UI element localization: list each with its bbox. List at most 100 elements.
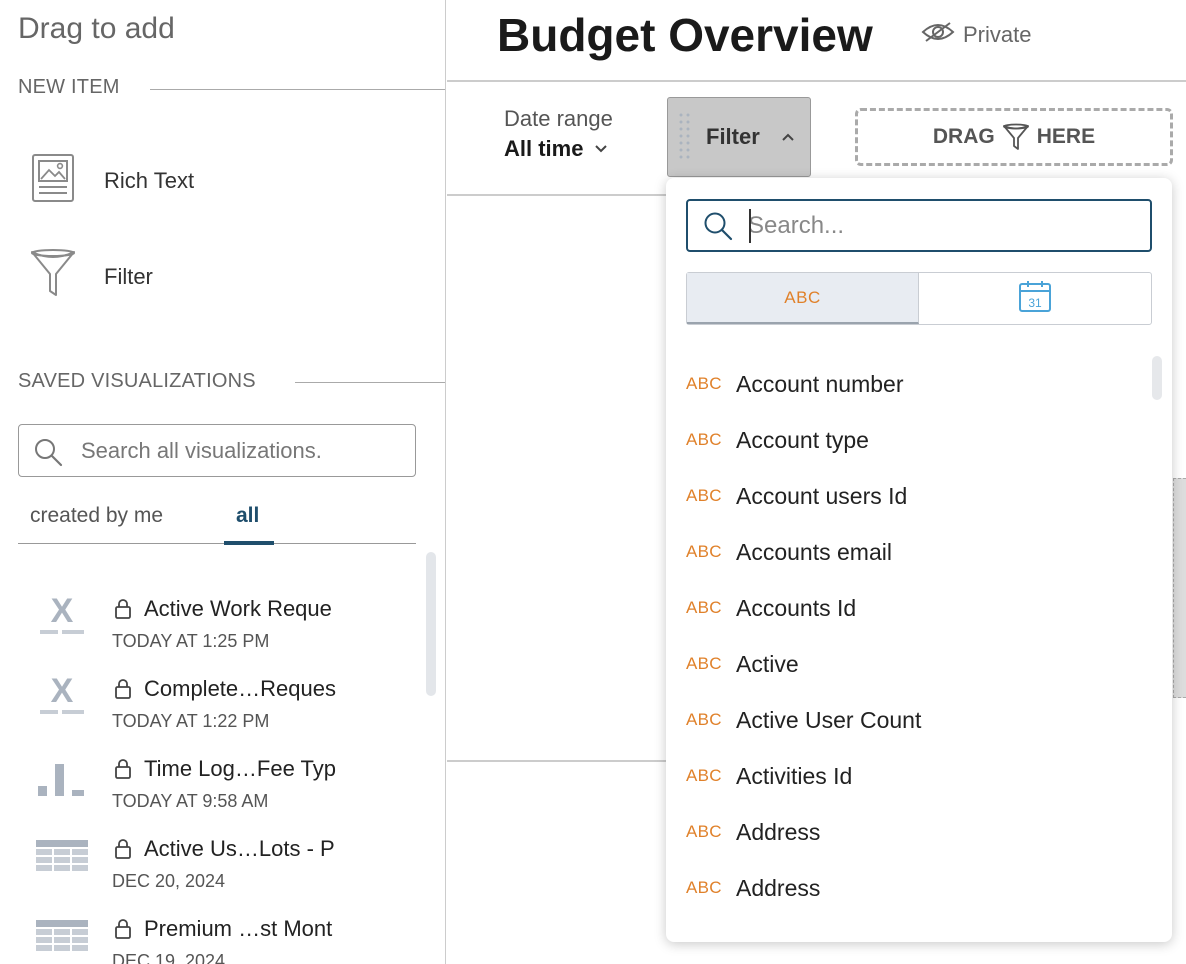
field-name: Account number (736, 370, 904, 397)
list-item[interactable]: ABC Accounts Id (686, 580, 1146, 636)
visualization-tabs: created by me all (18, 500, 416, 545)
drop-zone-label-right: HERE (1036, 125, 1096, 148)
search-icon (702, 210, 734, 247)
list-item[interactable]: ABC Accounts email (686, 524, 1146, 580)
visualization-date: TODAY AT 1:25 PM (112, 631, 270, 651)
visualization-date: TODAY AT 1:22 PM (112, 711, 270, 731)
lock-icon (114, 598, 132, 625)
eye-slash-icon (921, 20, 955, 50)
table-icon (36, 832, 88, 880)
date-type-tab[interactable]: 31 (919, 273, 1151, 324)
field-name: Accounts email (736, 538, 892, 565)
visualization-date: TODAY AT 9:58 AM (112, 791, 269, 811)
field-type-toggle: ABC 31 (686, 272, 1152, 325)
visualization-date: DEC 20, 2024 (112, 871, 226, 891)
list-item[interactable]: ABC Activities Id (686, 748, 1146, 804)
field-list-scrollbar[interactable] (1152, 356, 1162, 400)
search-placeholder: Search all visualizations. (81, 437, 322, 463)
lock-icon (114, 918, 132, 945)
date-range-label: Date range (504, 106, 613, 131)
new-item-label: Filter (104, 263, 153, 289)
list-item[interactable]: X Complete…Reques TODAY AT 1:22 PM (0, 656, 430, 736)
active-tab-indicator (224, 541, 274, 545)
page-title[interactable]: Budget Overview (497, 8, 873, 62)
table-icon (36, 912, 88, 960)
saved-visualizations-heading: SAVED VISUALIZATIONS (18, 370, 256, 392)
filter-field-dropdown: ABC 31 ABC Account number ABC Account ty… (666, 178, 1172, 942)
visualization-date: DEC 19, 2024 (112, 951, 226, 964)
svg-text:X: X (51, 592, 74, 630)
visualization-name: Active Us…Lots - P (144, 836, 335, 861)
visualization-name: Time Log…Fee Typ (144, 756, 336, 781)
drag-handle-icon[interactable] (678, 112, 692, 169)
filter-button-label: Filter (706, 124, 760, 149)
tab-all[interactable]: all (236, 504, 259, 528)
visibility-toggle[interactable]: Private (921, 20, 1031, 50)
chevron-up-icon (780, 130, 796, 148)
text-type-badge: ABC (686, 486, 722, 505)
text-type-badge: ABC (686, 542, 722, 561)
lock-icon (114, 838, 132, 865)
text-type-badge: ABC (686, 766, 722, 785)
drag-to-add-panel: Drag to add NEW ITEM Rich Text Filter SA… (0, 0, 446, 964)
text-type-badge: ABC (686, 654, 722, 673)
date-range-dropdown[interactable]: All time (504, 136, 613, 162)
new-item-rich-text[interactable]: Rich Text (30, 152, 194, 209)
list-item[interactable]: ABC Account users Id (686, 468, 1146, 524)
text-type-badge: ABC (686, 374, 722, 393)
text-caret (749, 209, 751, 243)
list-item[interactable]: ABC Address (686, 804, 1146, 860)
visibility-label: Private (963, 22, 1032, 47)
visualization-name: Complete…Reques (144, 676, 336, 701)
new-item-heading: NEW ITEM (18, 76, 120, 98)
list-item[interactable]: ABC Address (686, 860, 1146, 916)
date-range-value: All time (504, 136, 584, 161)
list-item[interactable]: ABC Active (686, 636, 1146, 692)
field-search-field[interactable] (686, 199, 1152, 252)
widget-edge (1173, 478, 1186, 698)
visualization-name: Premium …st Mont (144, 916, 333, 941)
field-name: Activities Id (736, 762, 853, 789)
tab-created-by-me[interactable]: created by me (30, 504, 163, 528)
list-item[interactable]: ABC Active User Count (686, 692, 1146, 748)
new-item-label: Rich Text (104, 167, 195, 193)
divider (447, 760, 667, 762)
field-name: Active User Count (736, 706, 922, 733)
svg-text:X: X (51, 672, 74, 710)
list-item[interactable]: Premium …st Mont DEC 19, 2024 (0, 896, 430, 964)
funnel-icon (30, 248, 76, 305)
divider (447, 194, 667, 196)
lock-icon (114, 678, 132, 705)
calendar-day: 31 (1028, 296, 1042, 310)
panel-title: Drag to add (18, 12, 175, 45)
field-name: Active (736, 650, 799, 677)
filter-drop-zone[interactable]: DRAG HERE (855, 108, 1173, 166)
text-type-tab[interactable]: ABC (687, 273, 919, 324)
divider (150, 89, 445, 90)
list-scrollbar[interactable] (426, 552, 436, 696)
new-item-filter[interactable]: Filter (30, 248, 153, 305)
search-icon (33, 437, 63, 472)
field-name: Address (736, 874, 821, 901)
list-item[interactable]: X Active Work Reque TODAY AT 1:25 PM (0, 576, 430, 656)
rich-text-icon (30, 152, 76, 209)
list-item[interactable]: Time Log…Fee Typ TODAY AT 9:58 AM (0, 736, 430, 816)
x-chart-icon: X (36, 672, 88, 720)
list-item[interactable]: ABC Account number (686, 356, 1146, 412)
list-item[interactable]: ABC Account type (686, 412, 1146, 468)
field-search-input[interactable] (748, 209, 1138, 243)
drop-zone-label-left: DRAG (932, 125, 995, 148)
text-type-badge: ABC (686, 598, 722, 617)
bar-chart-icon (36, 752, 88, 800)
text-type-badge: ABC (686, 878, 722, 897)
date-range-filter[interactable]: Date range All time (504, 106, 613, 162)
field-name: Account type (736, 426, 869, 453)
chevron-down-icon (593, 143, 609, 155)
search-visualizations-input[interactable]: Search all visualizations. (18, 424, 416, 477)
list-item[interactable]: Active Us…Lots - P DEC 20, 2024 (0, 816, 430, 896)
calendar-icon: 31 (1018, 279, 1052, 318)
filter-button[interactable]: Filter (667, 97, 811, 177)
text-type-badge: ABC (686, 822, 722, 841)
funnel-icon (1002, 123, 1029, 151)
field-name: Accounts Id (736, 594, 857, 621)
